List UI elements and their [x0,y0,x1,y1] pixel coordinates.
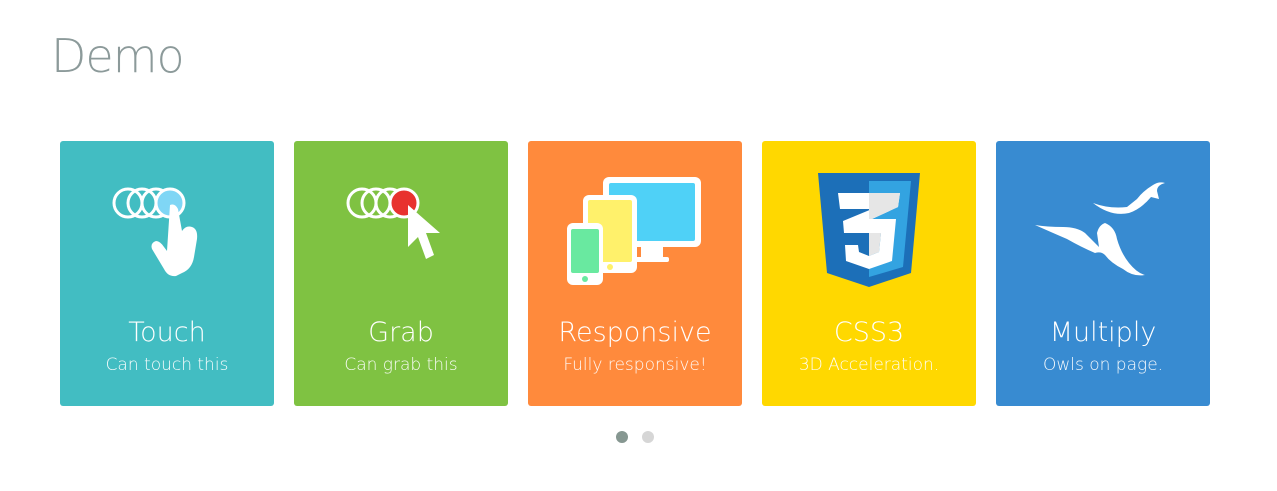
card-title: CSS3 [833,317,905,348]
css3-logo-icon [762,169,976,299]
card-title: Grab [368,317,434,348]
card-subtitle: Fully responsive! [563,355,707,375]
devices-icon [528,169,742,299]
page-title: Demo [51,29,185,83]
pagination-dot-1[interactable] [616,431,628,443]
card-subtitle: 3D Acceleration. [798,355,940,375]
grab-cursor-icon [294,169,508,299]
pagination-dot-2[interactable] [642,431,654,443]
card-title: Multiply [1049,317,1157,348]
demo-page: Demo Touch Can touch this Grab Can grab … [0,0,1277,491]
card-subtitle: Owls on page. [1042,355,1164,375]
carousel-card-touch[interactable]: Touch Can touch this [60,141,274,406]
card-title: Touch [128,317,206,348]
card-subtitle: Can touch this [105,355,229,375]
carousel[interactable]: Touch Can touch this Grab Can grab this [60,141,1210,406]
carousel-card-css3[interactable]: CSS3 3D Acceleration. [762,141,976,406]
carousel-card-multiply[interactable]: Multiply Owls on page. [996,141,1210,406]
touch-gesture-icon [60,169,274,299]
carousel-pagination [616,431,654,443]
birds-icon [996,169,1210,299]
card-title: Responsive [558,317,712,348]
card-subtitle: Can grab this [344,355,458,375]
carousel-card-responsive[interactable]: Responsive Fully responsive! [528,141,742,406]
carousel-card-grab[interactable]: Grab Can grab this [294,141,508,406]
